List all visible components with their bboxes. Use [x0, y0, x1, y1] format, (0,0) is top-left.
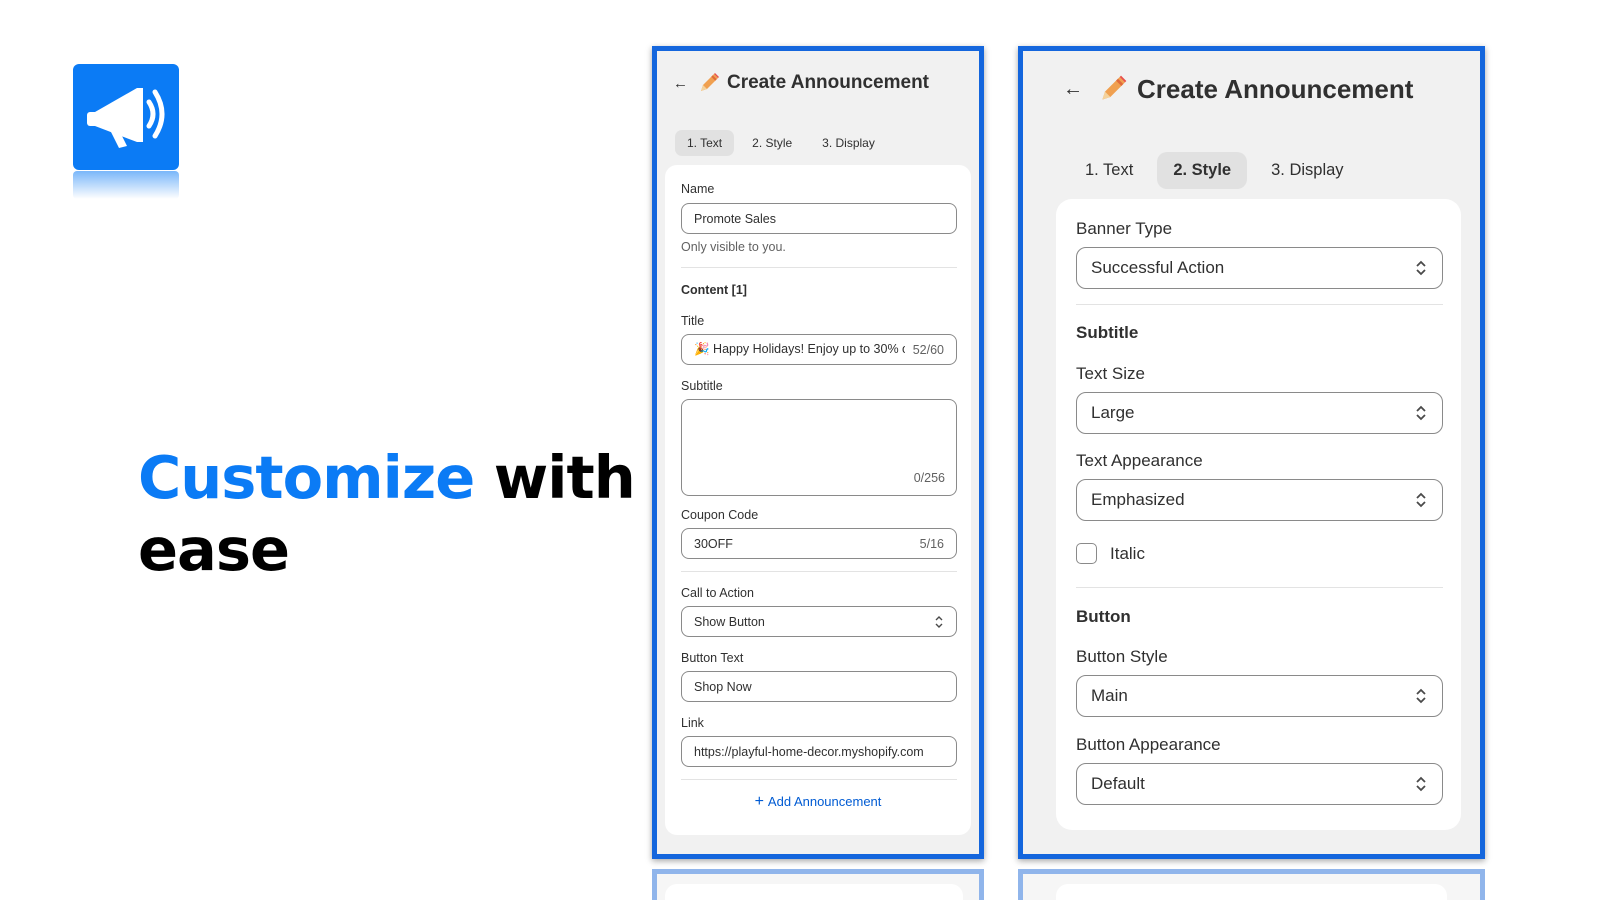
name-hint: Only visible to you. — [681, 240, 786, 254]
banner-type-select[interactable]: Successful Action — [1076, 247, 1443, 289]
hero-line1-rest: with — [474, 443, 636, 512]
divider — [1076, 304, 1443, 305]
pencil-icon — [1102, 75, 1127, 100]
select-chevron-icon — [1416, 688, 1426, 704]
title-char-count: 52/60 — [912, 342, 944, 357]
name-input-value: Promote Sales — [694, 211, 776, 226]
button-appearance-label: Button Appearance — [1076, 735, 1221, 754]
title-input[interactable]: 🎉 Happy Holidays! Enjoy up to 30% off 52… — [681, 334, 957, 365]
text-form-card: Name Promote Sales Only visible to you. … — [665, 165, 971, 835]
button-appearance-value: Default — [1091, 774, 1145, 793]
select-chevron-icon — [935, 615, 943, 628]
divider — [681, 571, 957, 572]
banner-type-label: Banner Type — [1076, 219, 1173, 238]
app-logo — [73, 64, 179, 170]
button-appearance-select[interactable]: Default — [1076, 763, 1443, 805]
panel-header: ← Create Announcement — [673, 71, 929, 95]
cta-select[interactable]: Show Button — [681, 606, 957, 637]
plus-icon: + — [754, 793, 764, 810]
step-tabs: 1. Text 2. Style 3. Display — [675, 130, 887, 156]
button-text-label: Button Text — [681, 651, 744, 665]
step-tabs: 1. Text 2. Style 3. Display — [1069, 152, 1360, 189]
text-settings-panel: ← Create Announcement 1. Text 2. Style 3… — [652, 46, 984, 859]
panel-title: Create Announcement — [727, 72, 929, 93]
tab-text[interactable]: 1. Text — [675, 130, 735, 156]
italic-checkbox-box[interactable] — [1076, 543, 1097, 564]
subtitle-textarea[interactable]: 0/256 — [681, 399, 957, 496]
hero-heading: Customize with ease — [138, 442, 636, 586]
name-input[interactable]: Promote Sales — [681, 203, 957, 234]
back-arrow-icon[interactable]: ← — [673, 75, 697, 92]
coupon-label: Coupon Code — [681, 508, 759, 522]
tab-display[interactable]: 3. Display — [810, 130, 887, 156]
italic-label: Italic — [1110, 543, 1145, 563]
banner-type-value: Successful Action — [1091, 258, 1225, 277]
select-chevron-icon — [1416, 776, 1426, 792]
select-chevron-icon — [1416, 492, 1426, 508]
text-appearance-select[interactable]: Emphasized — [1076, 479, 1443, 521]
select-chevron-icon — [1416, 260, 1426, 276]
text-size-value: Large — [1091, 403, 1135, 422]
add-announcement-button[interactable]: + Add Announcement — [665, 793, 971, 811]
panel-reflection — [1018, 869, 1485, 900]
cta-label: Call to Action — [681, 586, 754, 600]
coupon-input[interactable]: 30OFF 5/16 — [681, 528, 957, 559]
text-size-label: Text Size — [1076, 364, 1145, 383]
text-appearance-label: Text Appearance — [1076, 451, 1203, 470]
link-input[interactable]: https://playful-home-decor.myshopify.com — [681, 736, 957, 767]
coupon-char-count: 5/16 — [919, 536, 944, 551]
title-input-value: 🎉 Happy Holidays! Enjoy up to 30% off — [694, 342, 905, 356]
button-style-value: Main — [1091, 686, 1128, 705]
button-style-select[interactable]: Main — [1076, 675, 1443, 717]
button-text-input[interactable]: Shop Now — [681, 671, 957, 702]
tab-text[interactable]: 1. Text — [1069, 152, 1149, 189]
back-arrow-icon[interactable]: ← — [1063, 78, 1097, 101]
subtitle-label: Subtitle — [681, 379, 723, 393]
panel-reflection — [652, 869, 984, 900]
button-heading: Button — [1076, 607, 1131, 626]
name-label: Name — [681, 182, 715, 196]
logo-reflection — [73, 171, 179, 199]
divider — [681, 779, 957, 780]
subtitle-heading: Subtitle — [1076, 323, 1139, 342]
tab-display[interactable]: 3. Display — [1255, 152, 1359, 189]
cta-select-value: Show Button — [694, 614, 765, 629]
button-text-input-value: Shop Now — [694, 679, 752, 694]
button-style-label: Button Style — [1076, 647, 1168, 666]
text-size-select[interactable]: Large — [1076, 392, 1443, 434]
hero-line2: ease — [138, 515, 290, 584]
panel-title: Create Announcement — [1137, 73, 1414, 104]
megaphone-icon — [87, 88, 165, 148]
hero-accent-word: Customize — [138, 443, 475, 512]
content-heading: Content [1] — [681, 283, 747, 297]
add-announcement-label: Add Announcement — [767, 794, 882, 809]
text-appearance-value: Emphasized — [1091, 490, 1185, 509]
style-settings-panel: ← Create Announcement 1. Text 2. Style 3… — [1018, 46, 1485, 859]
italic-checkbox[interactable]: Italic — [1076, 543, 1145, 564]
coupon-input-value: 30OFF — [694, 536, 733, 551]
link-input-value: https://playful-home-decor.myshopify.com — [694, 744, 924, 759]
panel-header: ← Create Announcement — [1063, 73, 1413, 105]
tab-style[interactable]: 2. Style — [1157, 152, 1248, 189]
tab-style[interactable]: 2. Style — [740, 130, 804, 156]
title-label: Title — [681, 314, 705, 328]
divider — [681, 267, 957, 268]
pencil-icon — [701, 73, 719, 91]
subtitle-char-count: 0/256 — [913, 471, 945, 485]
divider — [1076, 587, 1443, 588]
link-label: Link — [681, 716, 704, 730]
style-form-card: Banner Type Successful Action Subtitle T… — [1056, 199, 1461, 830]
select-chevron-icon — [1416, 405, 1426, 421]
